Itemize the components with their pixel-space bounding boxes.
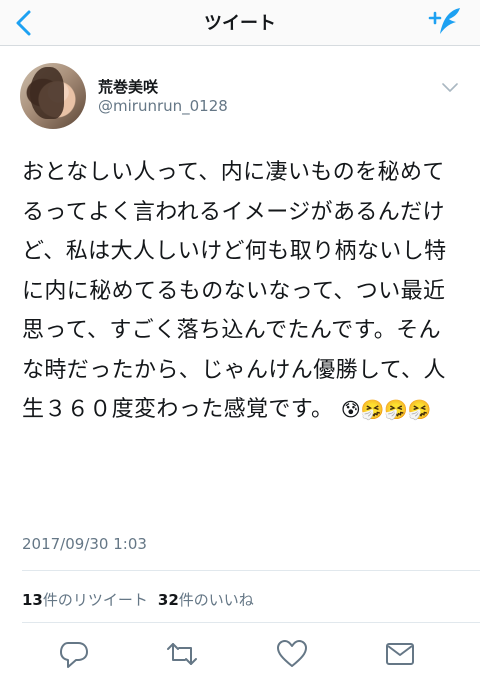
like-stat[interactable]: 32件のいいね <box>158 591 254 609</box>
tweet-text-block: おとなしい人って、内に凄いものを秘めてるってよく言われるイメージがあるんだけど、… <box>22 153 462 431</box>
retweet-icon <box>167 643 197 665</box>
divider <box>22 570 480 571</box>
avatar-hair <box>30 67 64 119</box>
reply-icon <box>60 642 88 668</box>
retweet-label: 件のリツイート <box>42 591 148 609</box>
tweet-emoji: 😰🤧🤧🤧 <box>340 399 432 421</box>
retweet-button[interactable] <box>164 636 200 672</box>
compose-tweet-icon <box>428 8 460 34</box>
like-button[interactable] <box>274 636 310 672</box>
tweet-timestamp: 2017/09/30 1:03 <box>22 535 147 553</box>
reply-button[interactable] <box>56 636 92 672</box>
tweet-stats: 13件のリツイート 32件のいいね <box>22 589 254 610</box>
divider <box>22 622 480 623</box>
more-options-button[interactable] <box>442 78 458 92</box>
like-count: 32 <box>157 591 179 609</box>
direct-message-button[interactable] <box>382 636 418 672</box>
tweet-text: おとなしい人って、内に凄いものを秘めてるってよく言われるイメージがあるんだけど、… <box>22 160 447 422</box>
like-icon <box>277 640 307 667</box>
username[interactable]: @mirunrun_0128 <box>98 97 228 115</box>
chevron-down-icon <box>442 83 458 92</box>
display-name[interactable]: 荒巻美咲 <box>98 76 158 97</box>
compose-tweet-button[interactable] <box>426 4 466 40</box>
retweet-count: 13 <box>22 591 43 609</box>
tweet-action-bar <box>0 636 480 676</box>
top-navigation-bar: ツイート <box>0 0 480 46</box>
page-title: ツイート <box>204 13 276 34</box>
direct-message-icon <box>386 643 414 665</box>
avatar[interactable] <box>20 63 86 129</box>
like-label: 件のいいね <box>178 591 254 609</box>
retweet-stat[interactable]: 13件のリツイート <box>22 591 148 609</box>
